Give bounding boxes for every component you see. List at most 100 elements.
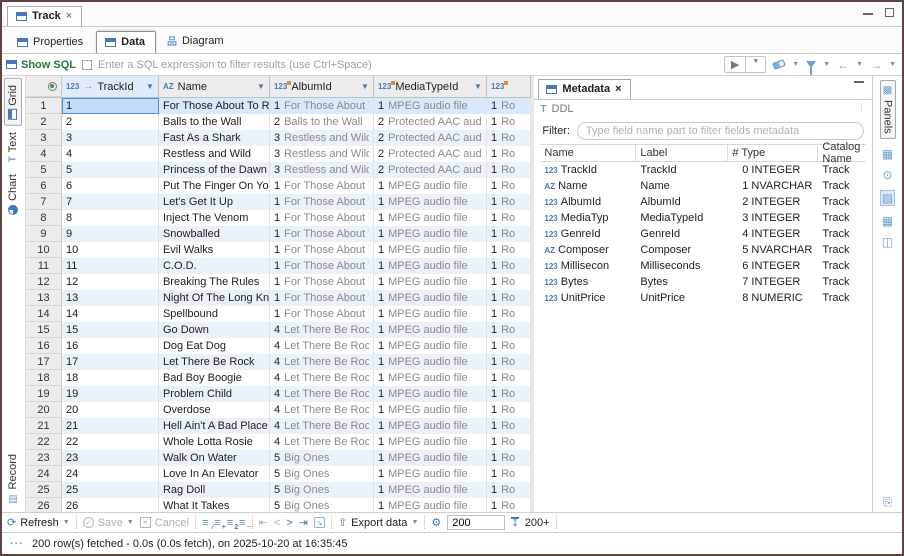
tab-diagram[interactable]: 品 Diagram [158,28,235,53]
field-label-cell[interactable]: Bytes [636,276,728,288]
maximize-icon[interactable] [885,8,894,17]
genreid-cell[interactable]: 1Ro [487,226,531,242]
show-sql-button[interactable]: Show SQL [6,59,76,71]
field-name-cell[interactable]: 123AlbumId [540,196,636,208]
mediatypeid-cell[interactable]: 1MPEG audio file [374,370,487,386]
sql-filter-input[interactable] [98,59,718,71]
albumid-cell[interactable]: 1For Those About To [270,274,374,290]
row-number[interactable]: 21 [26,418,62,434]
row-number[interactable]: 23 [26,450,62,466]
name-cell[interactable]: Princess of the Dawn [159,162,270,178]
field-label-cell[interactable]: GenreId [636,228,728,240]
albumid-cell[interactable]: 4Let There Be Rock [270,434,374,450]
name-cell[interactable]: Go Down [159,322,270,338]
name-cell[interactable]: Evil Walks [159,242,270,258]
trackid-cell[interactable]: 7 [62,194,159,210]
row-number[interactable]: 1 [26,98,62,114]
row-number[interactable]: 13 [26,290,62,306]
name-cell[interactable]: Hell Ain't A Bad Place T [159,418,270,434]
albumid-cell[interactable]: 4Let There Be Rock [270,418,374,434]
genreid-cell[interactable]: 1Ro [487,290,531,306]
name-cell[interactable]: Let There Be Rock [159,354,270,370]
fetch-all-icon[interactable]: ↘ [314,517,325,528]
column-header-mediatypeid[interactable]: 123 MediaTypeId ▼ [374,76,487,97]
albumid-cell[interactable]: 5Big Ones [270,482,374,498]
field-catalog-cell[interactable]: Track [818,180,866,192]
corner-cell[interactable] [26,76,62,97]
row-number[interactable]: 15 [26,322,62,338]
genreid-cell[interactable]: 1Ro [487,434,531,450]
chevron-down-icon[interactable]: ▼ [146,82,154,91]
albumid-cell[interactable]: 1For Those About To [270,290,374,306]
metadata-row[interactable]: 123AlbumIdAlbumId2INTEGERTrack [540,194,866,210]
row-number[interactable]: 19 [26,386,62,402]
albumid-cell[interactable]: 4Let There Be Rock [270,338,374,354]
genreid-cell[interactable]: 1Ro [487,98,531,114]
metadata-panel-icon[interactable]: ▨ [880,190,895,206]
field-type-cell[interactable]: 8NUMERIC [728,292,818,304]
genreid-cell[interactable]: 1Ro [487,466,531,482]
genreid-cell[interactable]: 1Ro [487,146,531,162]
albumid-cell[interactable]: 4Let There Be Rock [270,402,374,418]
tab-data[interactable]: Data [96,31,156,53]
mediatypeid-cell[interactable]: 1MPEG audio file [374,306,487,322]
add-row-icon[interactable]: ≡+ [214,517,220,529]
metadata-row[interactable]: 123UnitPriceUnitPrice8NUMERICTrack [540,290,866,306]
genreid-cell[interactable]: 1Ro [487,498,531,512]
trackid-cell[interactable]: 24 [62,466,159,482]
forward-arrow-icon[interactable]: → [870,58,882,72]
genreid-cell[interactable]: 1Ro [487,418,531,434]
field-label-cell[interactable]: MediaTypeId [636,212,728,224]
mediatypeid-cell[interactable]: 1MPEG audio file [374,98,487,114]
tab-properties[interactable]: Properties [8,31,94,53]
field-type-cell[interactable]: 4INTEGER [728,228,818,240]
name-cell[interactable]: Rag Doll [159,482,270,498]
albumid-cell[interactable]: 1For Those About To [270,306,374,322]
row-number[interactable]: 6 [26,178,62,194]
albumid-cell[interactable]: 1For Those About To [270,226,374,242]
trackid-cell[interactable]: 21 [62,418,159,434]
row-number[interactable]: 4 [26,146,62,162]
panel-minimize-icon[interactable] [854,81,864,83]
metadata-filter-input[interactable] [577,122,864,140]
calc-panel-icon[interactable]: ⊙ [882,169,892,181]
trackid-cell[interactable]: 22 [62,434,159,450]
drag-handle-icon[interactable]: ⋮ [857,102,867,113]
mediatypeid-cell[interactable]: 1MPEG audio file [374,498,487,512]
field-name-cell[interactable]: 123MediaTyp [540,212,636,224]
mediatypeid-cell[interactable]: 1MPEG audio file [374,466,487,482]
albumid-cell[interactable]: 5Big Ones [270,450,374,466]
genreid-cell[interactable]: 1Ro [487,354,531,370]
albumid-cell[interactable]: 2Balls to the Wall [270,114,374,130]
chevron-down-icon[interactable]: ▼ [257,82,265,91]
albumid-cell[interactable]: 3Restless and Wild [270,162,374,178]
chevron-down-icon[interactable]: ▼ [474,82,482,91]
field-name-cell[interactable]: AZName [540,180,636,192]
gear-icon[interactable]: ⚙ [431,516,441,529]
field-label-cell[interactable]: Name [636,180,728,192]
previous-page-icon[interactable]: < [274,517,280,529]
field-catalog-cell[interactable]: Track [818,228,866,240]
genreid-cell[interactable]: 1Ro [487,242,531,258]
trackid-cell[interactable]: 26 [62,498,159,512]
field-type-cell[interactable]: 2INTEGER [728,196,818,208]
name-cell[interactable]: Fast As a Shark [159,130,270,146]
albumid-cell[interactable]: 1For Those About To [270,194,374,210]
name-cell[interactable]: What It Takes [159,498,270,512]
header-name[interactable]: Name [540,145,636,161]
genreid-cell[interactable]: 1Ro [487,306,531,322]
filter-funnel-icon[interactable] [806,61,816,68]
row-number[interactable]: 16 [26,338,62,354]
expand-filter-icon[interactable] [82,60,92,70]
field-label-cell[interactable]: UnitPrice [636,292,728,304]
cancel-button[interactable]: × Cancel [140,517,189,529]
name-cell[interactable]: Whole Lotta Rosie [159,434,270,450]
albumid-cell[interactable]: 1For Those About To [270,178,374,194]
name-cell[interactable]: Breaking The Rules [159,274,270,290]
name-cell[interactable]: Restless and Wild [159,146,270,162]
mediatypeid-cell[interactable]: 2Protected AAC audio [374,130,487,146]
column-header-albumid[interactable]: 123 AlbumId ▼ [270,76,374,97]
field-label-cell[interactable]: TrackId [636,164,728,176]
trackid-cell[interactable]: 4 [62,146,159,162]
header-type[interactable]: # Type [728,145,818,161]
